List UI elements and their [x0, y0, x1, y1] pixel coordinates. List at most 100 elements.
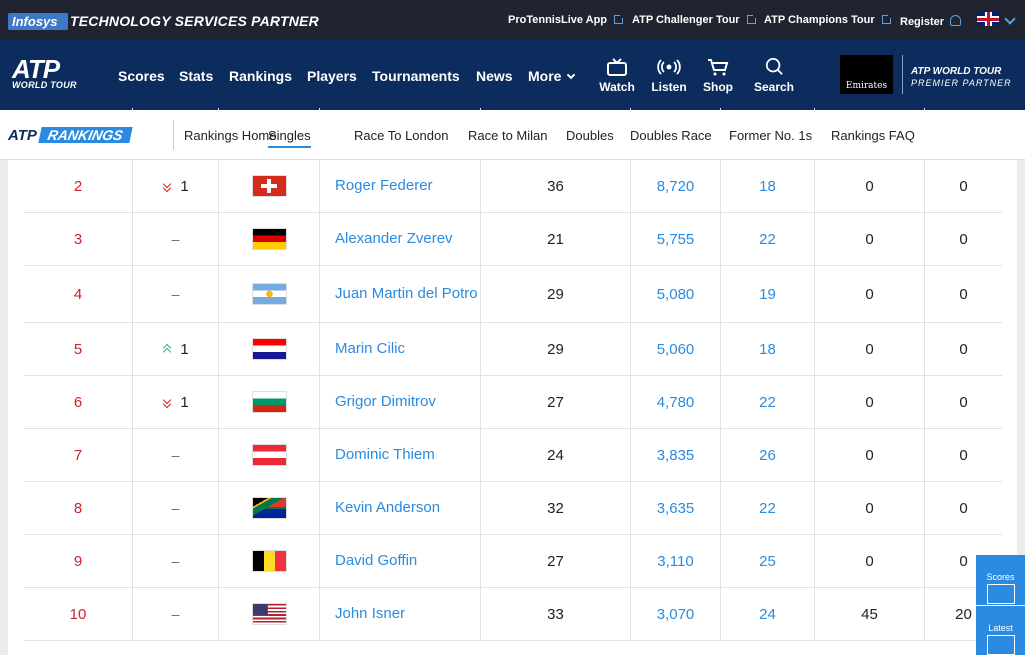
country-flag-icon: [251, 497, 287, 519]
register-link[interactable]: Register: [900, 14, 962, 28]
user-icon: [950, 15, 962, 26]
subnav-singles[interactable]: Singles: [268, 128, 311, 148]
no-change-dash: –: [171, 286, 180, 302]
tournaments-link[interactable]: 19: [720, 266, 814, 322]
points-dropping-cell: 0: [814, 160, 924, 212]
subnav-rankings-faq[interactable]: Rankings FAQ: [831, 128, 915, 143]
player-name-link[interactable]: Kevin Anderson: [319, 482, 480, 534]
challenger-tour-link[interactable]: ATP Challenger Tour: [632, 13, 758, 26]
points-link[interactable]: 5,755: [630, 213, 720, 265]
tournaments-link[interactable]: 22: [720, 376, 814, 428]
arrow-down-icon: [162, 181, 172, 191]
nav-stats[interactable]: Stats: [179, 68, 213, 84]
rankings-table: 11Rafael Nadal328,770140021Roger Federer…: [8, 108, 1017, 655]
table-row: 7– Dominic Thiem 24 3,835 26 0 0: [24, 429, 1002, 482]
atp-rankings-logo[interactable]: ATP RANKINGS: [8, 127, 133, 144]
nav-scores[interactable]: Scores: [118, 68, 165, 84]
points-dropping-cell: 0: [814, 266, 924, 322]
points-link[interactable]: 3,070: [630, 588, 720, 640]
points-dropping-cell: 0: [814, 535, 924, 587]
subnav-doubles-race[interactable]: Doubles Race: [630, 128, 712, 143]
protennislive-link[interactable]: ProTennisLive App: [508, 13, 626, 26]
player-name-link[interactable]: Dominic Thiem: [319, 429, 480, 481]
age-cell: 29: [480, 323, 630, 375]
watch-button[interactable]: Watch: [598, 58, 636, 96]
nav-tournaments[interactable]: Tournaments: [372, 68, 460, 84]
rank-cell: 8: [73, 499, 83, 517]
movement-cell: –: [132, 482, 218, 534]
player-name-link[interactable]: Marin Cilic: [319, 323, 480, 375]
table-row: 3– Alexander Zverev 21 5,755 22 0 0: [24, 213, 1002, 266]
next-best-cell: 0: [924, 482, 1002, 534]
subnav-former-no1s[interactable]: Former No. 1s: [729, 128, 812, 143]
shop-button[interactable]: Shop: [700, 58, 736, 96]
points-link[interactable]: 5,080: [630, 266, 720, 322]
scores-widget[interactable]: Scores: [976, 555, 1025, 605]
partner-tagline: TECHNOLOGY SERVICES PARTNER: [70, 13, 319, 29]
country-flag-icon: [251, 175, 287, 197]
points-link[interactable]: 5,060: [630, 323, 720, 375]
table-row: 10– John Isner 33 3,070 24 45 20: [24, 588, 1002, 641]
tournaments-link[interactable]: 22: [720, 213, 814, 265]
nav-rankings[interactable]: Rankings: [229, 68, 292, 84]
subnav-race-to-london[interactable]: Race To London: [354, 128, 448, 143]
nav-news[interactable]: News: [476, 68, 513, 84]
age-cell: 21: [480, 213, 630, 265]
uk-flag-icon[interactable]: [977, 12, 999, 26]
rank-cell: 9: [73, 552, 83, 570]
no-change-dash: –: [171, 606, 180, 622]
points-link[interactable]: 3,110: [630, 535, 720, 587]
champions-tour-link[interactable]: ATP Champions Tour: [764, 13, 893, 26]
country-flag-icon: [251, 338, 287, 360]
table-row: 2 1 Roger Federer 36 8,720 18 0 0: [24, 160, 1002, 213]
tournaments-link[interactable]: 25: [720, 535, 814, 587]
points-link[interactable]: 8,720: [630, 160, 720, 212]
subnav-rankings-home[interactable]: Rankings Home: [184, 128, 277, 143]
player-name-link[interactable]: John Isner: [319, 588, 480, 640]
search-button[interactable]: Search: [752, 58, 796, 96]
country-cell: [218, 535, 319, 587]
external-link-icon: [746, 13, 758, 24]
movement-cell: 1: [132, 323, 218, 375]
table-row: 6 1 Grigor Dimitrov 27 4,780 22 0 0: [24, 376, 1002, 429]
country-flag-icon: [251, 228, 287, 250]
nav-more[interactable]: More: [528, 68, 576, 84]
player-name-link[interactable]: David Goffin: [319, 535, 480, 587]
movement-cell: 1: [132, 160, 218, 212]
player-name-link[interactable]: Grigor Dimitrov: [319, 376, 480, 428]
next-best-cell: 0: [924, 213, 1002, 265]
arrow-up-icon: [162, 344, 172, 354]
tournaments-link[interactable]: 22: [720, 482, 814, 534]
infosys-logo[interactable]: Infosys: [8, 13, 68, 30]
player-name-link[interactable]: Roger Federer: [319, 160, 480, 212]
country-cell: [218, 213, 319, 265]
tournaments-link[interactable]: 26: [720, 429, 814, 481]
points-dropping-cell: 0: [814, 482, 924, 534]
emirates-logo[interactable]: Emirates: [840, 55, 893, 94]
no-change-dash: –: [171, 500, 180, 516]
tournaments-link[interactable]: 24: [720, 588, 814, 640]
nav-players[interactable]: Players: [307, 68, 357, 84]
points-link[interactable]: 4,780: [630, 376, 720, 428]
atp-logo[interactable]: ATP WORLD TOUR: [12, 56, 77, 90]
points-link[interactable]: 3,835: [630, 429, 720, 481]
movement-value: 1: [180, 340, 189, 358]
points-dropping-cell: 45: [814, 588, 924, 640]
tournaments-link[interactable]: 18: [720, 160, 814, 212]
subnav-doubles[interactable]: Doubles: [566, 128, 614, 143]
tournaments-link[interactable]: 18: [720, 323, 814, 375]
player-name-link[interactable]: Juan Martin del Potro: [319, 266, 480, 322]
rank-cell: 5: [73, 340, 83, 358]
subnav-race-to-milan[interactable]: Race to Milan: [468, 128, 547, 143]
chevron-down-icon[interactable]: [1004, 13, 1016, 25]
age-cell: 36: [480, 160, 630, 212]
listen-button[interactable]: Listen: [650, 58, 688, 96]
movement-cell: –: [132, 266, 218, 322]
news-icon: [986, 635, 1015, 655]
movement-cell: –: [132, 429, 218, 481]
player-name-link[interactable]: Alexander Zverev: [319, 213, 480, 265]
latest-widget[interactable]: Latest: [976, 606, 1025, 655]
points-dropping-cell: 0: [814, 213, 924, 265]
movement-cell: –: [132, 535, 218, 587]
points-link[interactable]: 3,635: [630, 482, 720, 534]
